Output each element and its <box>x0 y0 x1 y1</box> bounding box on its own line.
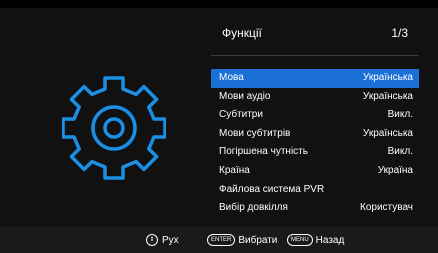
menu-item-label: Мова <box>219 72 244 83</box>
menu-title: Функції <box>222 26 262 40</box>
menu-item-environment[interactable]: Вибір довкілля Користувач <box>211 199 419 218</box>
menu-item-subtitles[interactable]: Субтитри Викл. <box>211 106 419 125</box>
gear-icon <box>62 76 166 180</box>
menu-item-hearing-impaired[interactable]: Погіршена чутність Викл. <box>211 143 419 162</box>
menu-item-audio-language[interactable]: Мови аудіо Українська <box>211 88 419 107</box>
back-hint: MENU Назад <box>287 233 344 247</box>
menu-item-label: Мови субтитрів <box>219 127 291 139</box>
enter-hint: ENTER Вибрати <box>207 233 277 247</box>
menu-item-value: Українська <box>362 90 413 102</box>
move-hint: ⇕ Рух <box>146 233 179 247</box>
menu-item-label: Файлова система PVR <box>219 183 325 195</box>
footer-hints: ⇕ Рух ENTER Вибрати MENU Назад <box>0 227 438 253</box>
menu-item-subtitle-language[interactable]: Мови субтитрів Українська <box>211 125 419 144</box>
enter-hint-label: Вибрати <box>238 234 278 246</box>
move-hint-label: Рух <box>162 234 179 246</box>
menu-item-value: Користувач <box>360 202 413 214</box>
menu-item-language[interactable]: Мова Українська <box>211 69 419 88</box>
menu-header: Функції 1/3 <box>211 8 419 54</box>
menu-item-value: Україна <box>377 164 413 176</box>
menu-key-icon: MENU <box>287 234 313 246</box>
header-divider <box>211 55 419 56</box>
back-hint-label: Назад <box>315 234 345 246</box>
menu-item-value: Українська <box>362 72 413 83</box>
menu-item-value: Викл. <box>387 109 413 121</box>
menu-item-pvr-file-system[interactable]: Файлова система PVR <box>211 181 419 200</box>
enter-key-icon: ENTER <box>207 234 236 246</box>
menu-item-country[interactable]: Країна Україна <box>211 162 419 181</box>
menu-item-label: Субтитри <box>219 109 263 121</box>
menu-list: Мова Українська Мови аудіо Українська Су… <box>211 69 419 218</box>
page-indicator: 1/3 <box>391 26 408 40</box>
menu-item-label: Мови аудіо <box>219 90 271 102</box>
menu-item-label: Вибір довкілля <box>219 202 288 214</box>
tv-screen: Функції 1/3 Мова Українська Мови аудіо У… <box>0 0 438 253</box>
settings-panel: Функції 1/3 Мова Українська Мови аудіо У… <box>0 8 438 227</box>
menu-item-label: Погіршена чутність <box>219 146 308 158</box>
menu-item-value: Викл. <box>387 146 413 158</box>
menu-item-label: Країна <box>219 164 250 176</box>
menu-item-value: Українська <box>362 127 413 139</box>
dpad-icon: ⇕ <box>146 234 158 246</box>
